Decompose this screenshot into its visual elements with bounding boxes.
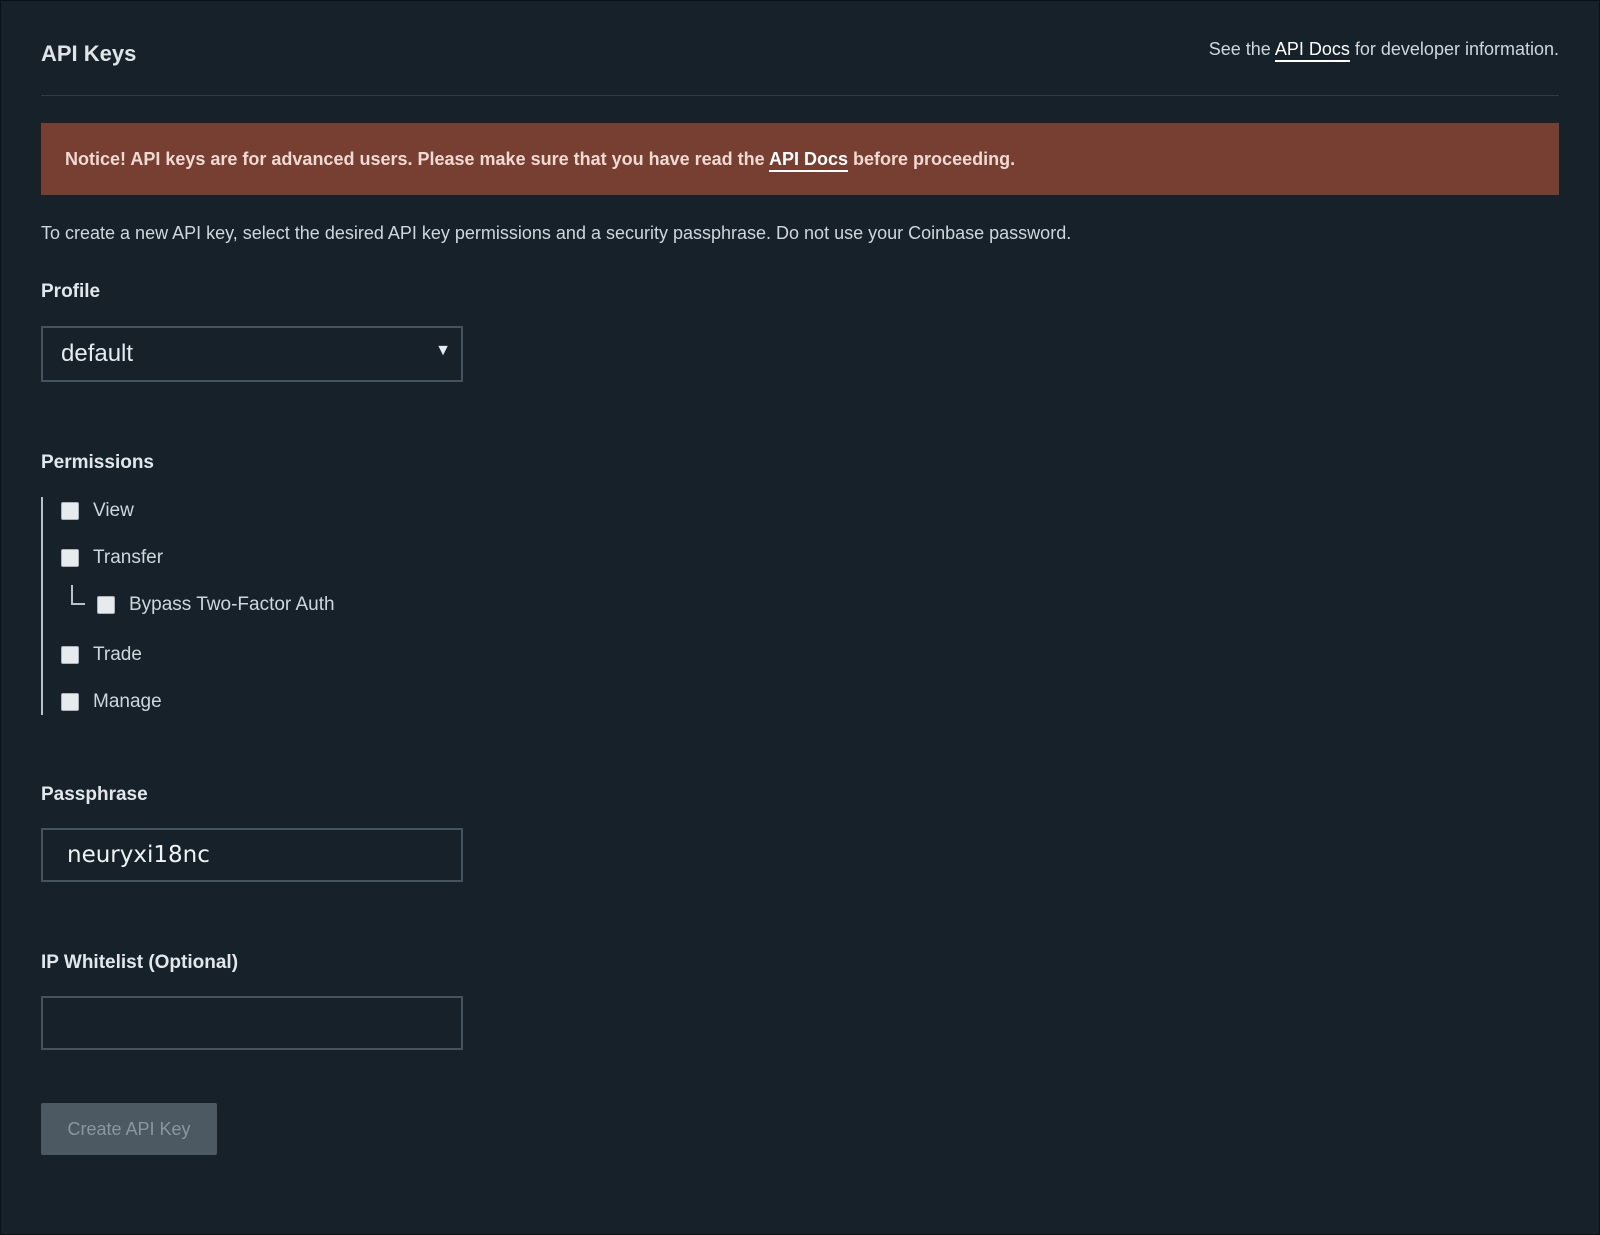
passphrase-label: Passphrase xyxy=(41,784,148,805)
api-keys-page: API Keys See the API Docs for developer … xyxy=(0,0,1600,1235)
permission-view[interactable]: View xyxy=(61,499,134,523)
chevron-down-icon: ▼ xyxy=(435,342,451,359)
developer-info-prefix: See the xyxy=(1208,39,1271,59)
api-docs-link[interactable]: API Docs xyxy=(1274,39,1350,62)
permission-trade-label: Trade xyxy=(93,644,142,665)
manage-checkbox[interactable] xyxy=(61,693,79,711)
notice-api-docs-link[interactable]: API Docs xyxy=(769,149,849,172)
ip-whitelist-label: IP Whitelist (Optional) xyxy=(41,952,239,973)
permission-bypass-2fa[interactable]: Bypass Two-Factor Auth xyxy=(97,593,335,617)
permission-manage-label: Manage xyxy=(93,691,162,712)
notice-banner: Notice! API keys are for advanced users.… xyxy=(41,123,1559,195)
permission-trade[interactable]: Trade xyxy=(61,643,142,667)
view-checkbox[interactable] xyxy=(61,502,79,520)
profile-label: Profile xyxy=(41,281,101,302)
permission-bypass-2fa-label: Bypass Two-Factor Auth xyxy=(129,594,335,615)
bypass-2fa-checkbox[interactable] xyxy=(97,596,115,614)
developer-info-suffix: for developer information. xyxy=(1354,39,1559,59)
create-api-key-button[interactable]: Create API Key xyxy=(41,1103,217,1155)
passphrase-input[interactable] xyxy=(41,828,463,882)
tree-connector-icon xyxy=(71,585,85,605)
notice-text-suffix: before proceeding. xyxy=(853,149,1016,169)
page-title: API Keys xyxy=(41,41,137,66)
ip-whitelist-input[interactable] xyxy=(41,996,463,1050)
permission-transfer[interactable]: Transfer xyxy=(61,546,163,570)
profile-select[interactable]: default ▼ xyxy=(41,326,463,382)
permissions-label: Permissions xyxy=(41,452,154,473)
intro-text: To create a new API key, select the desi… xyxy=(41,223,1072,243)
permission-manage[interactable]: Manage xyxy=(61,690,162,714)
profile-select-value: default xyxy=(61,340,134,367)
trade-checkbox[interactable] xyxy=(61,646,79,664)
permissions-list: View Transfer Bypass Two-Factor Auth Tra… xyxy=(41,497,443,715)
transfer-checkbox[interactable] xyxy=(61,549,79,567)
notice-text-prefix: Notice! API keys are for advanced users.… xyxy=(65,149,765,169)
page-header: API Keys See the API Docs for developer … xyxy=(41,37,1559,96)
developer-info-text: See the API Docs for developer informati… xyxy=(1208,39,1559,62)
permission-transfer-label: Transfer xyxy=(93,547,164,568)
permission-view-label: View xyxy=(93,500,134,521)
